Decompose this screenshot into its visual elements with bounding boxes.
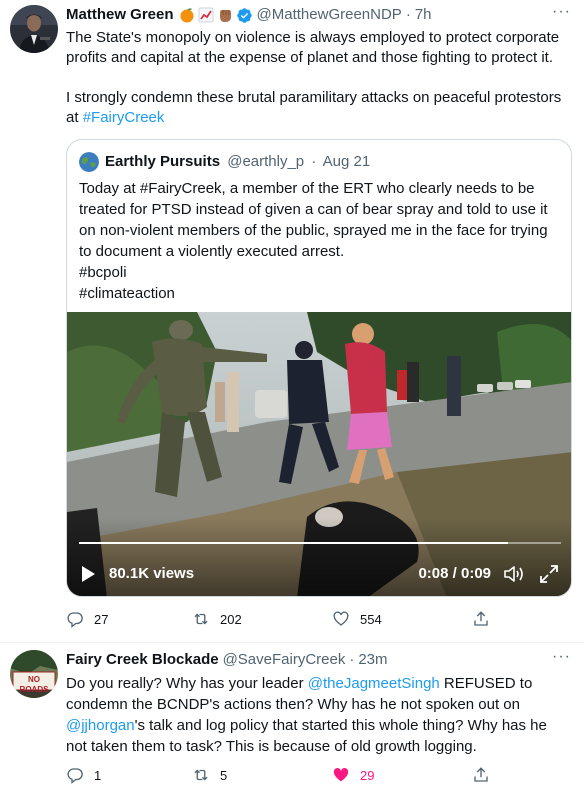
share-button[interactable] bbox=[472, 610, 490, 628]
quoted-text-line: #bcpoli bbox=[79, 264, 127, 281]
retweet-button[interactable]: 202 bbox=[192, 610, 242, 628]
quoted-text-line: to document a violently executed arrest. bbox=[79, 243, 345, 260]
tweet-matthew-green[interactable]: Matthew Green @MatthewGreenNDP · 7h ··· … bbox=[0, 0, 584, 640]
reply-button[interactable]: 27 bbox=[66, 610, 108, 628]
reply-icon bbox=[67, 768, 83, 784]
avatar[interactable]: NO ROADS bbox=[10, 650, 58, 698]
share-icon bbox=[474, 767, 488, 782]
author-name[interactable]: Fairy Creek Blockade bbox=[66, 650, 219, 670]
play-icon bbox=[82, 566, 95, 582]
video-frame bbox=[67, 312, 571, 596]
verified-badge-icon bbox=[236, 7, 252, 23]
fullscreen-button[interactable] bbox=[539, 564, 559, 584]
author-handle[interactable]: @SaveFairyCreek bbox=[223, 650, 346, 670]
orange-emoji-icon bbox=[180, 8, 194, 23]
quoted-author-handle: @earthly_p bbox=[227, 153, 305, 170]
dot-separator: · bbox=[311, 153, 317, 170]
reply-icon bbox=[67, 612, 83, 628]
tweet-text-line: condemn the BCNDP's actions then? Why ha… bbox=[66, 696, 520, 713]
quoted-date: Aug 21 bbox=[322, 153, 371, 170]
quoted-tweet[interactable]: Earthly Pursuits @earthly_p · Aug 21 Tod… bbox=[66, 139, 572, 597]
timestamp[interactable]: 23m bbox=[358, 650, 387, 670]
like-count: 554 bbox=[360, 611, 382, 627]
reply-count: 27 bbox=[94, 611, 109, 627]
tweet-text: Do you really? Why has your leader @theJ… bbox=[66, 673, 571, 757]
more-options-icon[interactable]: ··· bbox=[552, 648, 571, 666]
fullscreen-icon bbox=[540, 565, 558, 583]
like-count: 29 bbox=[360, 767, 375, 783]
share-icon bbox=[474, 611, 488, 626]
play-button[interactable] bbox=[79, 565, 97, 583]
avatar[interactable] bbox=[10, 5, 58, 53]
video-player[interactable]: 80.1K views 0:08 / 0:09 bbox=[67, 312, 571, 596]
quoted-text: Today at #FairyCreek, a member of the ER… bbox=[79, 178, 561, 304]
tweet-text-segment: 's talk and log policy that started this… bbox=[134, 717, 547, 734]
reply-count: 1 bbox=[94, 767, 102, 783]
video-progress-track[interactable] bbox=[79, 542, 561, 544]
retweet-count: 5 bbox=[220, 767, 228, 783]
video-progress-fill bbox=[79, 542, 508, 544]
quoted-text-line: on non-violent members of the public, sp… bbox=[79, 222, 548, 239]
tweet-text-line: not taken them to task? This is because … bbox=[66, 738, 477, 755]
dot-separator: · bbox=[405, 6, 411, 23]
quoted-text-line: #climateaction bbox=[79, 285, 175, 302]
heart-icon bbox=[333, 611, 349, 626]
tweet-text-p2: I strongly condemn these brutal paramili… bbox=[66, 88, 571, 128]
dot-separator: · bbox=[349, 651, 355, 668]
retweet-button[interactable]: 5 bbox=[192, 766, 227, 784]
author-handle[interactable]: @MatthewGreenNDP bbox=[257, 5, 402, 25]
tweet-text-segment: REFUSED to bbox=[439, 675, 533, 692]
share-button[interactable] bbox=[472, 766, 490, 784]
volume-icon bbox=[504, 566, 523, 582]
more-options-icon[interactable]: ··· bbox=[552, 3, 571, 21]
mention-link[interactable]: @jjhorgan bbox=[66, 717, 135, 734]
retweet-icon bbox=[194, 613, 208, 625]
avatar-sign-text: NO ROADS bbox=[19, 675, 49, 694]
heart-filled-icon bbox=[333, 768, 349, 782]
chart-increasing-icon bbox=[198, 7, 214, 23]
timestamp[interactable]: 7h bbox=[415, 5, 432, 25]
mention-link[interactable]: @theJagmeetSingh bbox=[308, 675, 440, 692]
view-count: 80.1K views bbox=[109, 565, 195, 582]
author-name[interactable]: Matthew Green bbox=[66, 5, 174, 25]
volume-button[interactable] bbox=[503, 564, 525, 584]
quoted-text-line: Today at #FairyCreek, a member of the ER… bbox=[79, 180, 535, 197]
raised-fist-icon bbox=[219, 10, 231, 22]
tweet-header: Matthew Green @MatthewGreenNDP · 7h bbox=[66, 5, 432, 25]
tweet-text-line: Do you really? Why has your leader @theJ… bbox=[66, 673, 571, 694]
tweet-text-segment: Do you really? Why has your leader bbox=[66, 675, 308, 692]
quoted-avatar[interactable] bbox=[79, 152, 99, 172]
hashtag-link[interactable]: #FairyCreek bbox=[83, 109, 165, 126]
video-time: 0:08 / 0:09 bbox=[418, 565, 491, 582]
retweet-count: 202 bbox=[220, 611, 242, 627]
tweet-text-line: @jjhorgan's talk and log policy that sta… bbox=[66, 715, 571, 736]
quoted-text-line: treated for PTSD instead of given a can … bbox=[79, 201, 548, 218]
tweet-fairy-creek-blockade[interactable]: NO ROADS Fairy Creek Blockade @SaveFairy… bbox=[0, 643, 584, 793]
tweet-text-p1: The State's monopoly on violence is alwa… bbox=[66, 29, 560, 66]
like-button[interactable]: 29 bbox=[332, 766, 374, 784]
reply-button[interactable]: 1 bbox=[66, 766, 101, 784]
like-button[interactable]: 554 bbox=[332, 610, 382, 628]
quoted-header: Earthly Pursuits @earthly_p · Aug 21 bbox=[105, 152, 370, 172]
retweet-icon bbox=[194, 769, 208, 781]
tweet-header: Fairy Creek Blockade @SaveFairyCreek · 2… bbox=[66, 650, 388, 670]
quoted-author-name: Earthly Pursuits bbox=[105, 153, 221, 170]
